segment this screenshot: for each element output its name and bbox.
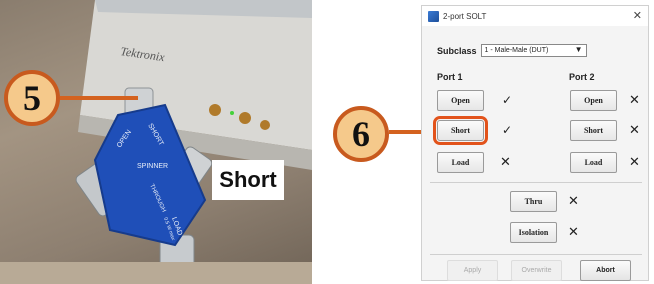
thru-cross-icon: ✕: [568, 193, 579, 208]
svg-text:SPINNER: SPINNER: [137, 163, 168, 170]
footer-divider: [430, 254, 642, 255]
port2-load-button[interactable]: Load: [570, 152, 617, 173]
port2-short-cross-icon: ✕: [629, 122, 640, 137]
port2-short-button[interactable]: Short: [570, 120, 617, 141]
photo-illustration: Tektronix SHORT OPEN SPINNER THROUGH LOA…: [0, 0, 312, 284]
port2-label: Port 2: [569, 72, 595, 82]
callout-6-badge: 6: [333, 106, 389, 162]
isolation-button[interactable]: Isolation: [510, 222, 557, 243]
abort-button[interactable]: Abort: [580, 260, 631, 281]
isolation-cross-icon: ✕: [568, 224, 579, 239]
photo-label-short: Short: [212, 160, 284, 200]
calibration-kit-photo: Tektronix SHORT OPEN SPINNER THROUGH LOA…: [0, 0, 312, 284]
port2-open-button[interactable]: Open: [570, 90, 617, 111]
thru-button[interactable]: Thru: [510, 191, 557, 212]
port1-short-check-icon: ✓: [502, 123, 513, 137]
overwrite-button[interactable]: Overwrite: [511, 260, 562, 281]
port1-load-button[interactable]: Load: [437, 152, 484, 173]
close-icon[interactable]: ✕: [633, 9, 642, 22]
callout-5-badge: 5: [4, 70, 60, 126]
section-divider: [430, 182, 642, 183]
subclass-select[interactable]: 1 - Male-Male (DUT) ▼: [480, 44, 587, 57]
subclass-row: Subclass 1 - Male-Male (DUT) ▼: [437, 44, 587, 57]
dialog-title: 2-port SOLT: [443, 11, 487, 21]
subclass-label: Subclass: [437, 45, 477, 56]
solt-calibration-dialog: 2-port SOLT ✕ Subclass 1 - Male-Male (DU…: [421, 5, 649, 281]
dialog-titlebar: 2-port SOLT ✕: [422, 6, 648, 26]
port2-open-cross-icon: ✕: [629, 92, 640, 107]
port2-load-cross-icon: ✕: [629, 154, 640, 169]
port1-load-cross-icon: ✕: [500, 154, 511, 169]
callout-5-leader-line: [60, 96, 138, 100]
subclass-value: 1 - Male-Male (DUT): [484, 47, 549, 54]
port1-open-check-icon: ✓: [502, 93, 513, 107]
port1-open-button[interactable]: Open: [437, 90, 484, 111]
port1-short-button[interactable]: Short: [433, 116, 488, 145]
apply-button[interactable]: Apply: [447, 260, 498, 281]
port1-label: Port 1: [437, 72, 463, 82]
dropdown-arrow-icon: ▼: [574, 45, 583, 54]
app-icon: [428, 10, 439, 22]
